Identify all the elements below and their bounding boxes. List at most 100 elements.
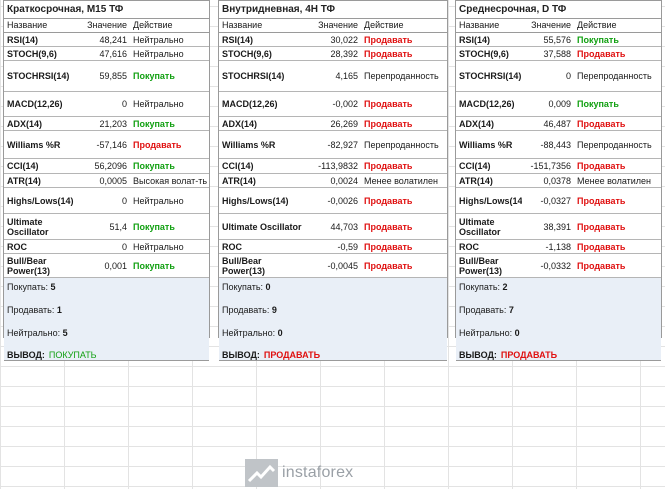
- table-row: Bull/Bear Power(13) -0,0332 Продавать: [456, 254, 661, 278]
- indicator-action: Продавать: [577, 221, 626, 232]
- indicator-action: Продавать: [364, 221, 413, 232]
- table-row: MACD(12,26) -0,002 Продавать: [219, 92, 447, 117]
- panel-title: Среднесрочная, D ТФ: [456, 1, 661, 19]
- indicator-action: Продавать: [577, 161, 626, 171]
- watermark-text: instaforex: [282, 464, 354, 481]
- indicator-name: Williams %R: [7, 139, 61, 150]
- table-row: ROC 0 Нейтрально: [4, 240, 209, 254]
- table-header: Название Значение Действие: [4, 19, 209, 33]
- panel-short-term: Краткосрочная, M15 ТФ Название Значение …: [3, 0, 210, 361]
- indicator-action: Покупать: [133, 260, 175, 271]
- summary-sell: Продавать: 1: [7, 305, 62, 315]
- indicator-value: -0,59: [337, 241, 358, 252]
- table-row: STOCH(9,6) 37,588 Продавать: [456, 47, 661, 61]
- indicator-value: 0: [121, 99, 127, 109]
- indicator-action: Продавать: [577, 241, 626, 252]
- indicator-value: 28,392: [330, 48, 358, 59]
- indicator-value: 0: [565, 71, 571, 81]
- summary-box: Покупать: 5 Продавать: 1 Нейтрально: 5 В…: [4, 278, 209, 361]
- table-row: STOCH(9,6) 47,616 Нейтрально: [4, 47, 209, 61]
- indicator-value: 4,165: [335, 71, 358, 81]
- indicator-action: Продавать: [133, 139, 182, 150]
- indicator-action: Продавать: [364, 48, 413, 59]
- summary-box: Покупать: 0 Продавать: 9 Нейтрально: 0 В…: [219, 278, 447, 361]
- table-row: ROC -1,138 Продавать: [456, 240, 661, 254]
- indicator-value: 51,4: [109, 221, 127, 232]
- instaforex-logo-icon: [245, 459, 278, 487]
- table-row: Highs/Lows(14) -0,0026 Продавать: [219, 188, 447, 214]
- panel-intraday: Внутридневная, 4H ТФ Название Значение Д…: [218, 0, 448, 361]
- indicator-value: -82,927: [327, 139, 358, 150]
- summary-buy: Покупать: 2: [459, 282, 508, 292]
- indicator-name: ATR(14): [459, 175, 493, 186]
- indicator-name: STOCHRSI(14): [459, 71, 522, 81]
- indicator-name: ADX(14): [459, 118, 495, 129]
- table-header: Название Значение Действие: [219, 19, 447, 33]
- indicator-value: -151,7356: [530, 161, 571, 171]
- summary-verdict: ВЫВОД: ПОКУПАТЬ: [7, 350, 97, 360]
- header-name: Название: [7, 20, 48, 30]
- indicator-name: Williams %R: [459, 139, 513, 150]
- header-action: Действие: [364, 20, 404, 30]
- indicator-value: 30,022: [330, 34, 358, 45]
- indicator-name: ROC: [7, 241, 27, 252]
- indicator-name: Bull/Bear Power(13): [459, 255, 503, 276]
- indicator-action: Продавать: [577, 195, 626, 206]
- indicator-name: STOCH(9,6): [459, 48, 509, 59]
- indicator-name: MACD(12,26): [459, 99, 515, 109]
- indicator-action: Покупать: [577, 99, 619, 109]
- indicator-action: Продавать: [577, 118, 626, 129]
- summary-verdict: ВЫВОД: ПРОДАВАТЬ: [459, 350, 558, 360]
- indicator-name: STOCHRSI(14): [222, 71, 285, 81]
- indicator-action: Нейтрально: [133, 241, 184, 252]
- table-row: Bull/Bear Power(13) 0,001 Покупать: [4, 254, 209, 278]
- table-row: Ultimate Oscillator 38,391 Продавать: [456, 214, 661, 240]
- indicator-name: STOCH(9,6): [222, 48, 272, 59]
- indicator-name: STOCHRSI(14): [7, 71, 70, 81]
- indicator-rows: RSI(14) 30,022 Продавать STOCH(9,6) 28,392 Пр…: [219, 33, 447, 278]
- indicator-action: Перепроданность: [364, 139, 439, 150]
- indicator-value: 44,703: [330, 221, 358, 232]
- table-row: CCI(14) -151,7356 Продавать: [456, 159, 661, 174]
- indicator-name: Williams %R: [222, 139, 276, 150]
- indicator-value: -0,0026: [327, 195, 358, 206]
- indicator-name: Ultimate Oscillator: [7, 216, 49, 237]
- header-name: Название: [222, 20, 263, 30]
- indicator-action: Менее волатилен: [577, 175, 652, 186]
- indicator-name: Bull/Bear Power(13): [7, 255, 51, 276]
- indicator-value: 55,576: [543, 34, 571, 45]
- summary-verdict: ВЫВОД: ПРОДАВАТЬ: [222, 350, 321, 360]
- indicator-action: Покупать: [133, 71, 175, 81]
- indicator-name: CCI(14): [7, 161, 39, 171]
- indicator-value: -0,0332: [540, 260, 571, 271]
- indicator-value: 48,241: [99, 34, 127, 45]
- indicator-value: 59,855: [99, 71, 127, 81]
- table-row: STOCHRSI(14) 0 Перепроданность: [456, 61, 661, 92]
- indicator-action: Продавать: [577, 260, 626, 271]
- table-row: CCI(14) 56,2096 Покупать: [4, 159, 209, 174]
- panel-title: Краткосрочная, M15 ТФ: [4, 1, 209, 19]
- indicator-value: 0,009: [548, 99, 571, 109]
- summary-buy: Покупать: 0: [222, 282, 271, 292]
- indicator-action: Высокая волат-ть: [133, 175, 208, 186]
- summary-neutral: Нейтрально: 0: [459, 328, 520, 338]
- header-value: Значение: [87, 20, 127, 30]
- table-row: Williams %R -88,443 Перепроданность: [456, 131, 661, 159]
- indicator-value: -1,138: [545, 241, 571, 252]
- indicator-value: 0,0024: [330, 175, 358, 186]
- header-name: Название: [459, 20, 500, 30]
- indicator-name: ROC: [459, 241, 479, 252]
- indicator-name: Bull/Bear Power(13): [222, 255, 266, 276]
- indicator-name: Highs/Lows(14): [7, 195, 74, 206]
- indicator-value: -57,146: [96, 139, 127, 150]
- indicator-name: ADX(14): [222, 118, 258, 129]
- header-value: Значение: [318, 20, 358, 30]
- panel-mid-term: Среднесрочная, D ТФ Название Значение Де…: [455, 0, 662, 361]
- table-row: ATR(14) 0,0378 Менее волатилен: [456, 174, 661, 188]
- table-row: CCI(14) -113,9832 Продавать: [219, 159, 447, 174]
- table-row: Bull/Bear Power(13) -0,0045 Продавать: [219, 254, 447, 278]
- indicator-action: Нейтрально: [133, 99, 184, 109]
- indicator-name: Ultimate Oscillator: [222, 221, 302, 232]
- indicator-name: ADX(14): [7, 118, 43, 129]
- indicator-action: Нейтрально: [133, 48, 184, 59]
